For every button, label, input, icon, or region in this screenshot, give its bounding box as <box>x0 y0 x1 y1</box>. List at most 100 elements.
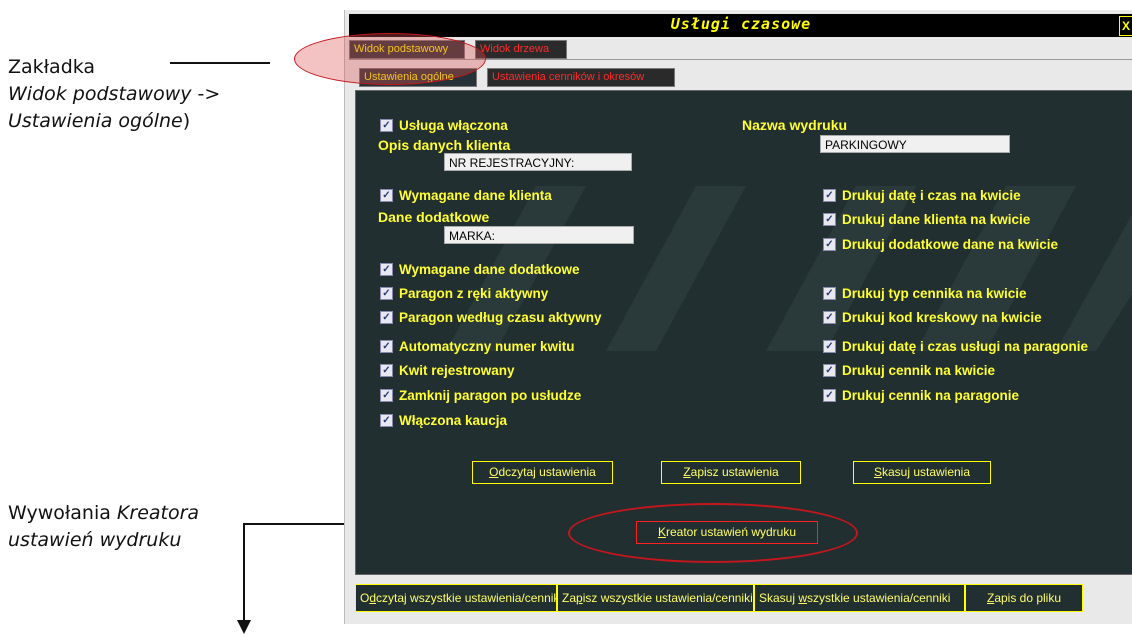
annotation-tab-line2-rest: -> <box>191 83 221 105</box>
checkbox-checked-icon: ✓ <box>380 119 393 132</box>
checkbox-print-client-ticket[interactable]: ✓ Drukuj dane klienta na kwicie <box>823 212 1030 227</box>
checkbox-label: Wymagane dane klienta <box>399 188 552 203</box>
checkbox-label: Drukuj dodatkowe dane na kwicie <box>842 237 1059 252</box>
checkbox-print-pricelist-ticket[interactable]: ✓ Drukuj cennik na kwicie <box>823 363 995 378</box>
close-button[interactable]: X <box>1119 16 1132 36</box>
delete-settings-label: kasuj ustawienia <box>881 465 971 479</box>
delete-settings-button[interactable]: Skasuj ustawienia <box>853 461 991 484</box>
annotation-creator-line1-plain: Wywołania <box>8 502 117 524</box>
checkbox-label: Paragon według czasu aktywny <box>399 310 602 325</box>
window-title: Usługi czasowe <box>670 15 812 33</box>
checkbox-print-extra-ticket[interactable]: ✓ Drukuj dodatkowe dane na kwicie <box>823 237 1058 252</box>
read-all-label-post: czytaj wszystkie ustawienia/cenniki <box>376 591 557 605</box>
annotation-tab-line2: Widok podstawowy -> <box>8 81 220 108</box>
tab-price-settings[interactable]: Ustawienia cenników i okresów <box>487 68 675 87</box>
checkbox-checked-icon: ✓ <box>380 263 393 276</box>
checkbox-checked-icon: ✓ <box>823 189 836 202</box>
checkbox-manual-receipt[interactable]: ✓ Paragon z ręki aktywny <box>380 286 548 301</box>
checkbox-label: Drukuj cennik na kwicie <box>842 363 996 378</box>
annotation-tab-line2-italic: Widok podstawowy <box>8 83 192 105</box>
arrow-down-icon <box>237 620 251 634</box>
checkbox-checked-icon: ✓ <box>380 311 393 324</box>
bottom-button-bar: Odczytaj wszystkie ustawienia/cenniki Za… <box>355 584 1083 612</box>
checkbox-close-receipt[interactable]: ✓ Zamknij paragon po usłudze <box>380 388 581 403</box>
read-all-settings-button[interactable]: Odczytaj wszystkie ustawienia/cenniki <box>355 584 557 612</box>
save-all-label-post: isz wszystkie ustawienia/cenniki <box>582 591 753 605</box>
checkbox-deposit-enabled[interactable]: ✓ Włączona kaucja <box>380 413 507 428</box>
checkbox-checked-icon: ✓ <box>823 340 836 353</box>
read-settings-label: dczytaj ustawienia <box>498 465 596 479</box>
print-name-label: Nazwa wydruku <box>742 117 848 133</box>
checkbox-label: Kwit rejestrowany <box>399 363 515 378</box>
save-settings-label: apisz ustawienia <box>690 465 779 479</box>
checkbox-print-barcode-ticket[interactable]: ✓ Drukuj kod kreskowy na kwicie <box>823 310 1042 325</box>
save-all-label-pre: Za <box>562 591 577 605</box>
save-to-file-button[interactable]: Zapis do pliku <box>965 584 1083 612</box>
checkbox-checked-icon: ✓ <box>823 364 836 377</box>
annotation-tab-text: Zakładka Widok podstawowy -> Ustawienia … <box>8 54 220 135</box>
delete-all-settings-button[interactable]: Skasuj wszystkie ustawienia/cenniki <box>754 584 965 612</box>
checkbox-print-service-datetime-receipt[interactable]: ✓ Drukuj datę i czas usługi na paragonie <box>823 339 1088 354</box>
client-required-checkbox[interactable]: ✓ Wymagane dane klienta <box>380 188 552 203</box>
checkbox-print-datetime-ticket[interactable]: ✓ Drukuj datę i czas na kwicie <box>823 188 1021 203</box>
print-creator-mnemonic: K <box>657 525 666 539</box>
save-settings-mnemonic: Z <box>683 465 691 479</box>
annotation-tab-pointer-line <box>170 62 270 64</box>
checkbox-checked-icon: ✓ <box>380 189 393 202</box>
checkbox-checked-icon: ✓ <box>823 287 836 300</box>
client-desc-label: Opis danych klienta <box>378 137 511 153</box>
save-all-settings-button[interactable]: Zapisz wszystkie ustawienia/cenniki <box>557 584 754 612</box>
annotation-tab-line1: Zakładka <box>8 56 96 78</box>
checkbox-label: Zamknij paragon po usłudze <box>399 388 582 403</box>
save-file-label-post: apis do pliku <box>994 591 1062 605</box>
sub-tab-strip: Ustawienia ogólne Ustawienia cenników i … <box>353 65 1132 87</box>
tab-tree-view[interactable]: Widok drzewa <box>475 40 567 59</box>
checkbox-checked-icon: ✓ <box>823 311 836 324</box>
tab-general-settings[interactable]: Ustawienia ogólne <box>359 68 477 87</box>
checkbox-checked-icon: ✓ <box>380 389 393 402</box>
extra-data-label: Dane dodatkowe <box>378 209 490 225</box>
checkbox-label: Włączona kaucja <box>399 413 508 428</box>
checkbox-checked-icon: ✓ <box>380 340 393 353</box>
delete-all-mnemonic: w <box>798 591 808 605</box>
checkbox-checked-icon: ✓ <box>823 213 836 226</box>
client-desc-field[interactable]: NR REJESTRACYJNY: <box>444 153 632 171</box>
title-bar: Usługi czasowe X <box>349 14 1132 37</box>
read-settings-button[interactable]: Odczytaj ustawienia <box>472 461 613 484</box>
annotation-tab-line3-rest: ) <box>182 110 191 132</box>
checkbox-label: Paragon z ręki aktywny <box>399 286 549 301</box>
annotation-creator-line2: ustawień wydruku <box>8 527 199 554</box>
checkbox-ticket-registered[interactable]: ✓ Kwit rejestrowany <box>380 363 515 378</box>
checkbox-label: Usługa włączona <box>399 118 508 133</box>
checkbox-auto-ticket-number[interactable]: ✓ Automatyczny numer kwitu <box>380 339 575 354</box>
checkbox-label: Drukuj cennik na paragonie <box>842 388 1020 403</box>
checkbox-label: Drukuj datę i czas na kwicie <box>842 188 1021 203</box>
annotation-creator-line1-italic: Kreatora <box>116 502 200 524</box>
extra-data-field[interactable]: MARKA: <box>444 226 634 244</box>
annotation-creator-arrow-stem <box>243 523 245 623</box>
annotation-tab-line3-italic: Ustawienia ogólne <box>8 110 183 132</box>
services-window: Usługi czasowe X Widok podstawowy Widok … <box>344 10 1132 624</box>
checkbox-print-pricelist-receipt[interactable]: ✓ Drukuj cennik na paragonie <box>823 388 1019 403</box>
checkbox-label: Wymagane dane dodatkowe <box>399 262 580 277</box>
checkbox-label: Automatyczny numer kwitu <box>399 339 575 354</box>
read-all-label-pre: O <box>360 591 370 605</box>
checkbox-checked-icon: ✓ <box>380 287 393 300</box>
general-settings-content: ✓ Usługa włączona Opis danych klienta NR … <box>355 90 1132 575</box>
save-all-mnemonic: p <box>576 591 583 605</box>
annotation-creator-line2-italic: ustawień wydruku <box>8 529 182 551</box>
annotation-tab-line3: Ustawienia ogólne) <box>8 108 220 135</box>
delete-settings-mnemonic: S <box>873 465 882 479</box>
save-settings-button[interactable]: Zapisz ustawienia <box>661 461 801 484</box>
checkbox-checked-icon: ✓ <box>823 389 836 402</box>
print-creator-button[interactable]: Kreator ustawień wydruku <box>636 521 818 544</box>
checkbox-print-pricelist-type-ticket[interactable]: ✓ Drukuj typ cennika na kwicie <box>823 286 1027 301</box>
checkbox-time-receipt[interactable]: ✓ Paragon według czasu aktywny <box>380 310 602 325</box>
delete-all-label-pre: Skasuj <box>759 591 799 605</box>
print-name-field[interactable]: PARKINGOWY <box>820 135 1010 153</box>
checkbox-checked-icon: ✓ <box>380 364 393 377</box>
service-enabled-checkbox[interactable]: ✓ Usługa włączona <box>380 118 508 133</box>
checkbox-extra-required[interactable]: ✓ Wymagane dane dodatkowe <box>380 262 580 277</box>
tab-basic-view[interactable]: Widok podstawowy <box>349 40 465 59</box>
checkbox-label: Drukuj typ cennika na kwicie <box>842 286 1027 301</box>
